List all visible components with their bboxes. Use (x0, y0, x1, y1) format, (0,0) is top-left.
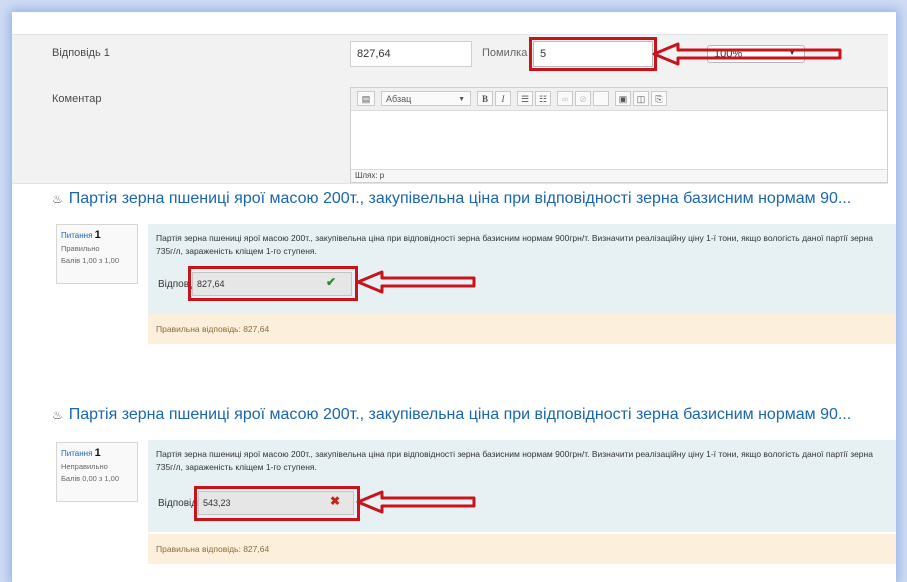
answer-2-highlight-box (194, 486, 360, 521)
italic-icon[interactable]: I (495, 91, 511, 106)
bold-icon[interactable]: B (477, 91, 493, 106)
question-1-title[interactable]: ♨ Партія зерна пшениці ярої масою 200т., … (52, 190, 851, 208)
question-1-text: Партія зерна пшениці ярої масою 200т., з… (156, 233, 873, 256)
question-2-number: Питання 1 (61, 447, 133, 459)
question-1-feedback: Правильна відповідь: 827,64 (148, 314, 896, 344)
question-1-title-text: Партія зерна пшениці ярої масою 200т., з… (68, 190, 852, 207)
question-1-info: Питання 1 Правильно Балів 1,00 з 1,00 (56, 224, 138, 284)
file-icon[interactable]: ⎘ (651, 91, 667, 106)
question-2-state: Неправильно (61, 462, 108, 471)
question-label: Питання (61, 231, 93, 240)
error-label: Помилка (482, 47, 528, 59)
numbered-list-icon[interactable]: ☷ (535, 91, 551, 106)
bullet-list-icon[interactable]: ☰ (517, 91, 533, 106)
red-arrow-icon (356, 270, 476, 294)
link-icon[interactable]: ∞ (557, 91, 573, 106)
blank-tool-icon[interactable] (593, 91, 609, 106)
editor-path-bar: Шлях: p (351, 169, 887, 182)
question-2-feedback: Правильна відповідь: 827,64 (148, 534, 896, 564)
question-2-text: Партія зерна пшениці ярої масою 200т., з… (156, 449, 873, 472)
comment-label: Коментар (52, 93, 102, 105)
chevron-down-icon: ▼ (458, 96, 465, 103)
comment-editor: ▤ Абзац ▼ B I ☰ ☷ ∞ ⊘ ▣ ◫ ⎘ Шлях: p (350, 87, 888, 183)
editor-toolbar: ▤ Абзац ▼ B I ☰ ☷ ∞ ⊘ ▣ ◫ ⎘ (351, 88, 887, 111)
image-icon[interactable]: ▣ (615, 91, 631, 106)
question-2-title-text: Партія зерна пшениці ярої масою 200т., з… (68, 406, 852, 423)
question-label: Питання (61, 449, 93, 458)
format-select[interactable]: Абзац ▼ (381, 91, 471, 106)
answer-1-highlight-box (188, 266, 358, 301)
red-arrow-icon (652, 42, 842, 66)
answer-1-label: Відповідь 1 (52, 47, 110, 59)
question-1-state: Правильно (61, 244, 100, 253)
question-number: 1 (94, 447, 101, 459)
media-icon[interactable]: ◫ (633, 91, 649, 106)
unlink-icon[interactable]: ⊘ (575, 91, 591, 106)
error-highlight-box (529, 37, 657, 71)
question-2-mark: Балів 0,00 з 1,00 (61, 474, 120, 483)
question-1-number: Питання 1 (61, 229, 133, 241)
question-2-info: Питання 1 Неправильно Балів 0,00 з 1,00 (56, 442, 138, 502)
answer-1-input[interactable]: 827,64 (350, 41, 472, 67)
format-select-value: Абзац (386, 94, 412, 104)
question-1-mark: Балів 1,00 з 1,00 (61, 256, 120, 265)
screenshot-page: Відповідь 1 827,64 Помилка 5 100% ▼ Коме… (12, 12, 896, 582)
question-2-title[interactable]: ♨ Партія зерна пшениці ярої масою 200т., … (52, 406, 851, 424)
question-type-icon: ♨ (52, 192, 63, 206)
toolbar-toggle-icon[interactable]: ▤ (357, 91, 375, 106)
question-number: 1 (94, 229, 101, 241)
question-type-icon: ♨ (52, 408, 63, 422)
answer-edit-panel: Відповідь 1 827,64 Помилка 5 100% ▼ Коме… (12, 34, 888, 184)
red-arrow-icon (356, 490, 476, 514)
